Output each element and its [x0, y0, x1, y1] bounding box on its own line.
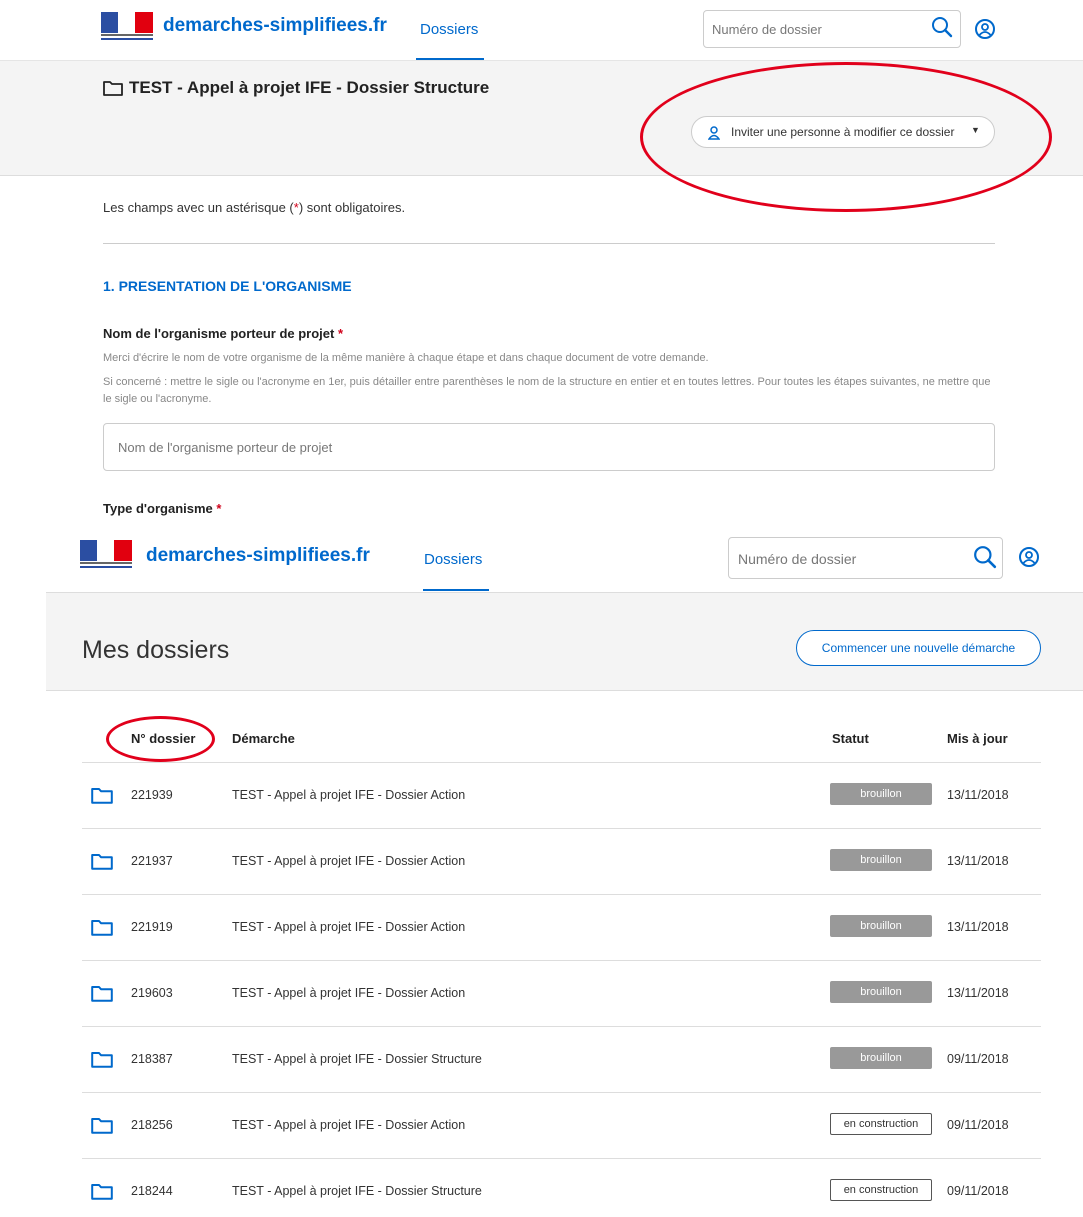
- field-description-2: Si concerné : mettre le sigle ou l'acron…: [103, 376, 991, 405]
- table-row[interactable]: 218244 TEST - Appel à projet IFE - Dossie…: [82, 1158, 1041, 1217]
- dossier-demarche[interactable]: TEST - Appel à projet IFE - Dossier Acti…: [232, 986, 465, 1000]
- input-placeholder: Nom de l'organisme porteur de projet: [118, 440, 333, 455]
- status-badge: brouillon: [830, 1047, 932, 1069]
- table-row[interactable]: 219603 TEST - Appel à projet IFE - Dossie…: [82, 960, 1041, 1026]
- dossier-number[interactable]: 219603: [131, 986, 173, 1000]
- dossier-number[interactable]: 221937: [131, 854, 173, 868]
- new-demarche-button[interactable]: Commencer une nouvelle démarche: [796, 630, 1041, 666]
- page-title: Mes dossiers: [82, 636, 230, 664]
- status-badge: brouillon: [830, 981, 932, 1003]
- dossier-number[interactable]: 218256: [131, 1118, 173, 1132]
- field-label-type: Type d'organisme *: [103, 501, 222, 516]
- dossier-updated-date: 13/11/2018: [947, 986, 1009, 1000]
- user-account-icon[interactable]: [974, 18, 996, 40]
- dossier-demarche[interactable]: TEST - Appel à projet IFE - Dossier Acti…: [232, 854, 465, 868]
- dossier-demarche[interactable]: TEST - Appel à projet IFE - Dossier Acti…: [232, 1118, 465, 1132]
- dossier-updated-date: 13/11/2018: [947, 920, 1009, 934]
- dossier-number[interactable]: 218244: [131, 1184, 173, 1198]
- folder-icon[interactable]: [91, 853, 113, 870]
- section-title: 1. PRESENTATION DE L'ORGANISME: [103, 278, 352, 294]
- table-row[interactable]: 218387 TEST - Appel à projet IFE - Dossie…: [82, 1026, 1041, 1092]
- column-header-status[interactable]: Statut: [832, 731, 869, 746]
- dossier-updated-date: 09/11/2018: [947, 1184, 1009, 1198]
- nav-dossiers-2[interactable]: Dossiers: [424, 551, 482, 568]
- organisme-name-input[interactable]: Nom de l'organisme porteur de projet: [103, 423, 995, 471]
- dossier-demarche[interactable]: TEST - Appel à projet IFE - Dossier Acti…: [232, 788, 465, 802]
- annotation-circle-invite: [640, 62, 1052, 212]
- nav-dossiers[interactable]: Dossiers: [420, 21, 478, 38]
- brand-name[interactable]: demarches-simplifiees.fr: [163, 15, 387, 37]
- dossier-demarche[interactable]: TEST - Appel à projet IFE - Dossier Acti…: [232, 920, 465, 934]
- column-header-demarche[interactable]: Démarche: [232, 731, 295, 746]
- folder-icon[interactable]: [91, 919, 113, 936]
- dossier-updated-date: 13/11/2018: [947, 854, 1009, 868]
- table-row[interactable]: 221939 TEST - Appel à projet IFE - Dossie…: [82, 762, 1041, 828]
- search-input[interactable]: Numéro de dossier: [703, 10, 961, 48]
- dossier-updated-date: 13/11/2018: [947, 788, 1009, 802]
- top-header: demarches-simplifiees.fr Dossiers Numéro…: [0, 0, 1083, 60]
- annotation-circle-number: [106, 716, 215, 762]
- status-badge: brouillon: [830, 849, 932, 871]
- dossier-number[interactable]: 218387: [131, 1052, 173, 1066]
- nav-active-indicator-2: [423, 589, 489, 591]
- table-row[interactable]: 221937 TEST - Appel à projet IFE - Dossie…: [82, 828, 1041, 894]
- marianne-logo-2[interactable]: [80, 540, 132, 570]
- dossier-title: TEST - Appel à projet IFE - Dossier Stru…: [129, 78, 490, 97]
- status-badge: en construction: [830, 1179, 932, 1201]
- dossier-demarche[interactable]: TEST - Appel à projet IFE - Dossier Stru…: [232, 1184, 482, 1198]
- search-icon[interactable]: [931, 16, 953, 38]
- status-badge: en construction: [830, 1113, 932, 1135]
- search-input-2[interactable]: Numéro de dossier: [728, 537, 1003, 579]
- search-placeholder-2: Numéro de dossier: [738, 551, 857, 567]
- folder-icon[interactable]: [91, 985, 113, 1002]
- user-account-icon-2[interactable]: [1018, 546, 1040, 568]
- folder-icon[interactable]: [91, 1117, 113, 1134]
- field-description-1: Merci d'écrire le nom de votre organisme…: [103, 352, 709, 364]
- required-fields-note: Les champs avec un astérisque (*) sont o…: [103, 200, 406, 215]
- column-header-updated[interactable]: Mis à jour: [947, 731, 1008, 746]
- table-row[interactable]: 221919 TEST - Appel à projet IFE - Dossie…: [82, 894, 1041, 960]
- dossier-updated-date: 09/11/2018: [947, 1052, 1009, 1066]
- search-placeholder: Numéro de dossier: [712, 22, 822, 37]
- field-label-organisme: Nom de l'organisme porteur de projet *: [103, 326, 344, 341]
- search-icon-2[interactable]: [973, 545, 997, 569]
- folder-icon[interactable]: [91, 1183, 113, 1200]
- dossier-number[interactable]: 221919: [131, 920, 173, 934]
- folder-icon[interactable]: [91, 1051, 113, 1068]
- status-badge: brouillon: [830, 783, 932, 805]
- brand-name-2[interactable]: demarches-simplifiees.fr: [146, 545, 370, 567]
- folder-icon: [103, 81, 123, 96]
- divider: [103, 243, 995, 244]
- folder-icon[interactable]: [91, 787, 113, 804]
- marianne-logo[interactable]: [101, 12, 153, 42]
- status-badge: brouillon: [830, 915, 932, 937]
- dossier-updated-date: 09/11/2018: [947, 1118, 1009, 1132]
- dossier-demarche[interactable]: TEST - Appel à projet IFE - Dossier Stru…: [232, 1052, 482, 1066]
- table-row[interactable]: 218256 TEST - Appel à projet IFE - Dossie…: [82, 1092, 1041, 1158]
- dossier-number[interactable]: 221939: [131, 788, 173, 802]
